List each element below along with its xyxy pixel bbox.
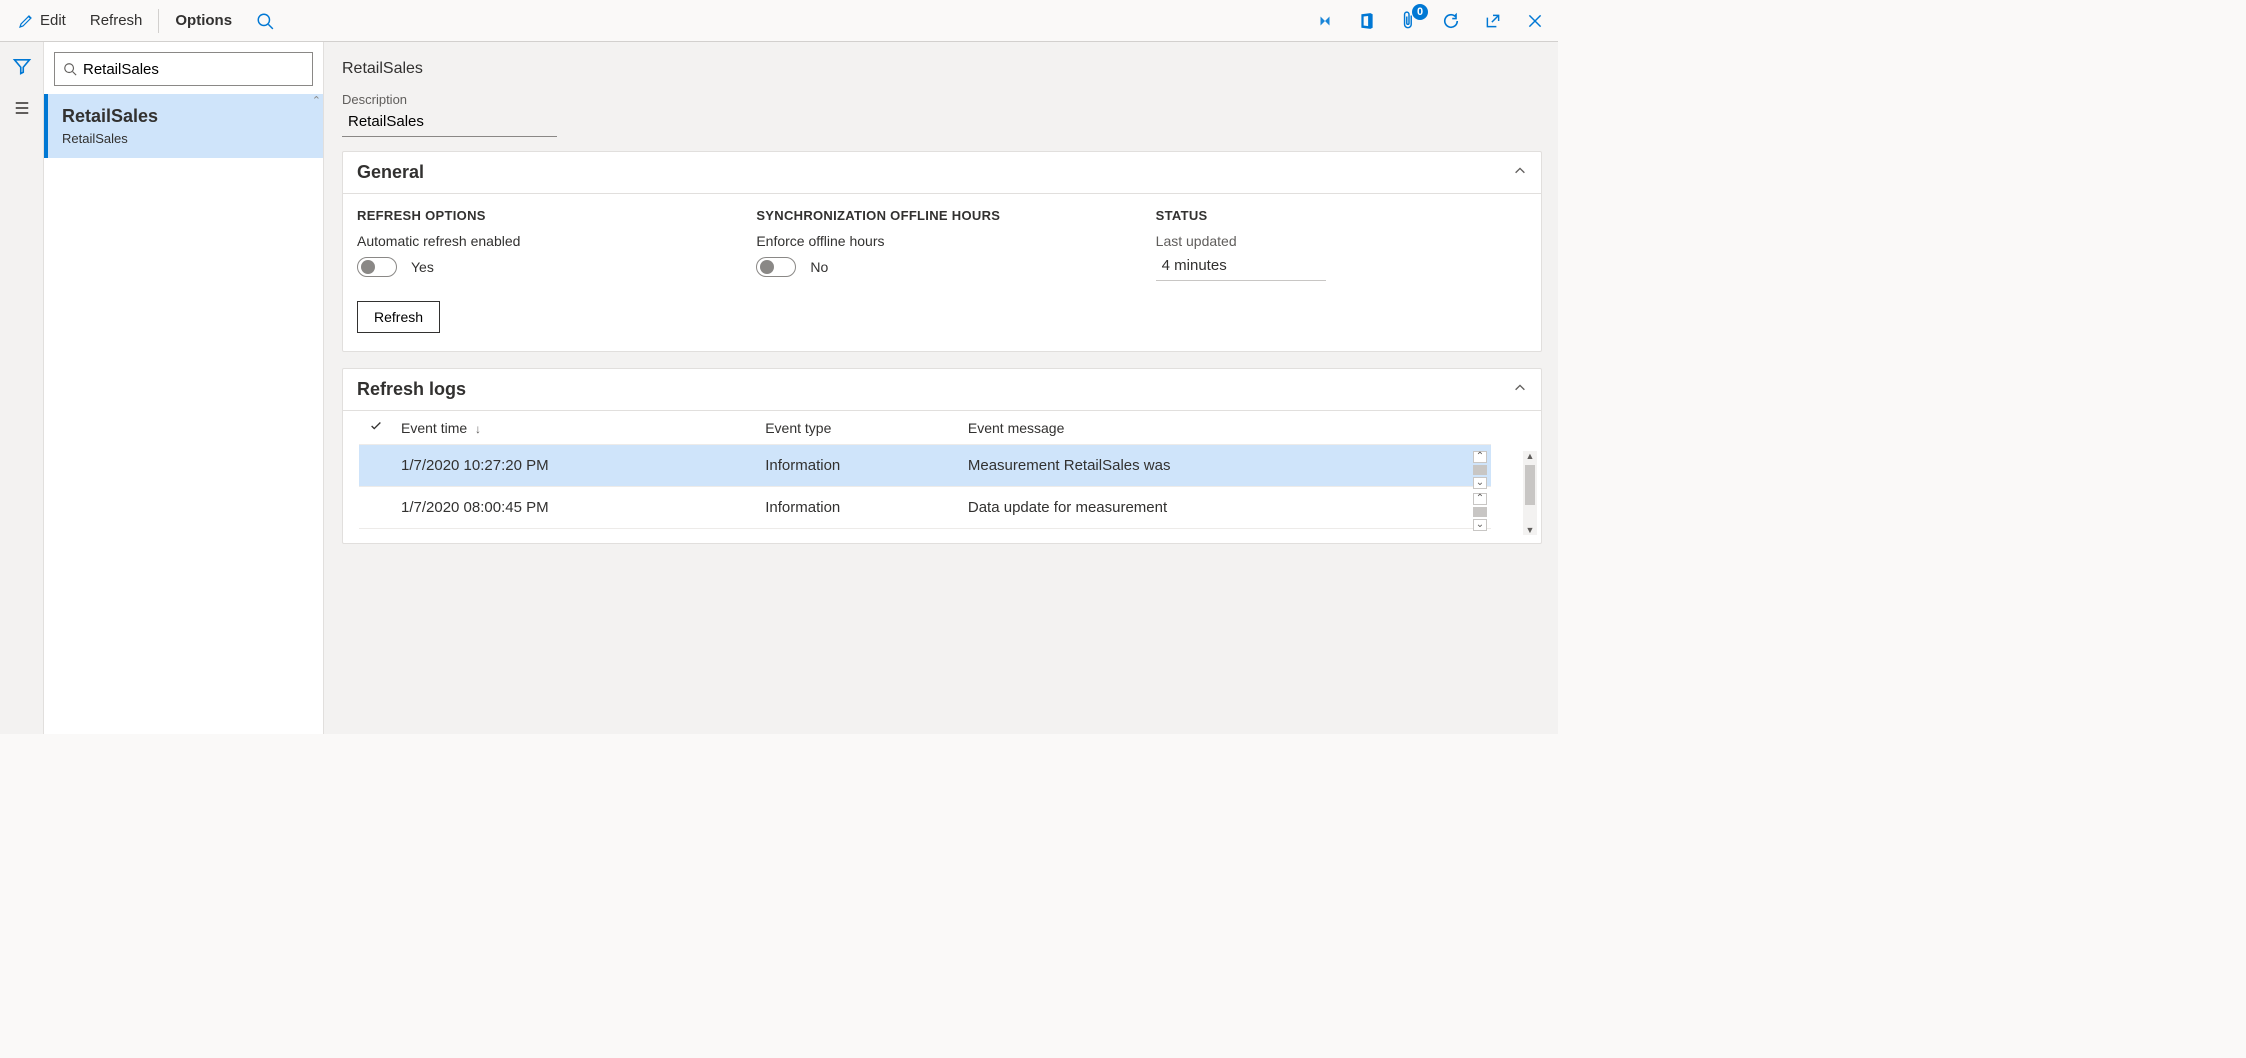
- search-box[interactable]: [54, 52, 313, 86]
- popout-icon[interactable]: [1482, 10, 1504, 32]
- refresh-button-toolbar[interactable]: Refresh: [78, 0, 155, 42]
- general-title: General: [357, 162, 424, 183]
- command-bar-right: 0: [1314, 10, 1552, 32]
- list-container: ⌃ RetailSales RetailSales: [44, 94, 323, 734]
- last-updated-label: Last updated: [1156, 233, 1527, 249]
- attachments-badge: 0: [1412, 4, 1428, 20]
- row-scroll-control[interactable]: ⌃ ⌄: [1473, 451, 1487, 489]
- related-icon[interactable]: [1314, 10, 1336, 32]
- spinner-track: [1473, 507, 1487, 517]
- main-area: ⌃ RetailSales RetailSales RetailSales De…: [0, 42, 1558, 734]
- spinner-up-icon[interactable]: ⌃: [1473, 493, 1487, 505]
- detail-header: RetailSales Description: [342, 60, 1542, 137]
- spinner-track: [1473, 465, 1487, 475]
- command-bar: Edit Refresh Options 0: [0, 0, 1558, 42]
- enforce-offline-toggle[interactable]: [756, 257, 796, 277]
- column-event-time[interactable]: Event time ↓: [393, 411, 757, 445]
- office-icon[interactable]: [1356, 10, 1378, 32]
- general-card-body: REFRESH OPTIONS Automatic refresh enable…: [343, 194, 1541, 351]
- logs-scrollbar[interactable]: ▲ ▼: [1523, 451, 1537, 535]
- enforce-offline-label: Enforce offline hours: [756, 233, 1127, 249]
- cell-event-message: Measurement RetailSales was ⌃ ⌄: [960, 445, 1491, 487]
- list-item[interactable]: RetailSales RetailSales: [44, 94, 323, 158]
- refresh-logs-body: Event time ↓ Event type Event message 1/…: [343, 411, 1541, 543]
- cell-event-type: Information: [757, 487, 960, 529]
- scroll-thumb[interactable]: [1525, 465, 1535, 505]
- refresh-logs-header[interactable]: Refresh logs: [343, 369, 1541, 411]
- left-rail: [0, 42, 44, 734]
- list-panel: ⌃ RetailSales RetailSales: [44, 42, 324, 734]
- toolbar-divider: [158, 9, 159, 33]
- detail-panel: RetailSales Description General REFRESH …: [324, 42, 1558, 734]
- refresh-label: Refresh: [90, 12, 143, 29]
- refresh-icon[interactable]: [1440, 10, 1462, 32]
- sort-desc-icon: ↓: [475, 422, 481, 436]
- cell-event-time: 1/7/2020 08:00:45 PM: [393, 487, 757, 529]
- general-card: General REFRESH OPTIONS Automatic refres…: [342, 151, 1542, 352]
- list-item-subtitle: RetailSales: [62, 131, 309, 146]
- table-row[interactable]: 1/7/2020 10:27:20 PM Information Measure…: [359, 445, 1491, 487]
- spinner-down-icon[interactable]: ⌄: [1473, 519, 1487, 531]
- status-section: STATUS Last updated 4 minutes: [1156, 208, 1527, 281]
- sync-offline-heading: SYNCHRONIZATION OFFLINE HOURS: [756, 208, 1127, 223]
- list-view-icon[interactable]: [10, 96, 34, 120]
- cell-event-message: Data update for measurement ⌃ ⌄: [960, 487, 1491, 529]
- table-row[interactable]: 1/7/2020 08:00:45 PM Information Data up…: [359, 487, 1491, 529]
- select-all-column[interactable]: [359, 411, 393, 445]
- cell-event-type: Information: [757, 445, 960, 487]
- pencil-icon: [18, 13, 34, 29]
- general-card-header[interactable]: General: [343, 152, 1541, 194]
- cell-event-time: 1/7/2020 10:27:20 PM: [393, 445, 757, 487]
- chevron-up-icon: [1513, 164, 1527, 181]
- refresh-options-section: REFRESH OPTIONS Automatic refresh enable…: [357, 208, 728, 277]
- sync-offline-section: SYNCHRONIZATION OFFLINE HOURS Enforce of…: [756, 208, 1127, 277]
- logs-table: Event time ↓ Event type Event message 1/…: [359, 411, 1491, 529]
- search-button-toolbar[interactable]: [244, 0, 286, 42]
- refresh-options-heading: REFRESH OPTIONS: [357, 208, 728, 223]
- filter-icon[interactable]: [10, 54, 34, 78]
- auto-refresh-label: Automatic refresh enabled: [357, 233, 728, 249]
- edit-button[interactable]: Edit: [6, 0, 78, 42]
- refresh-logs-title: Refresh logs: [357, 379, 466, 400]
- close-icon[interactable]: [1524, 10, 1546, 32]
- edit-label: Edit: [40, 12, 66, 29]
- page-title: RetailSales: [342, 60, 1542, 78]
- last-updated-value: 4 minutes: [1156, 257, 1326, 281]
- options-button[interactable]: Options: [163, 0, 244, 42]
- attachments-icon[interactable]: 0: [1398, 10, 1420, 32]
- auto-refresh-value: Yes: [411, 259, 434, 275]
- auto-refresh-toggle[interactable]: [357, 257, 397, 277]
- search-input[interactable]: [83, 61, 304, 78]
- list-item-title: RetailSales: [62, 106, 309, 127]
- search-icon: [63, 62, 77, 76]
- chevron-up-icon: [1513, 381, 1527, 398]
- refresh-logs-card: Refresh logs Event time ↓: [342, 368, 1542, 544]
- status-heading: STATUS: [1156, 208, 1527, 223]
- column-event-message[interactable]: Event message: [960, 411, 1491, 445]
- scroll-up-icon[interactable]: ▲: [1523, 451, 1537, 461]
- search-icon: [256, 12, 274, 30]
- row-scroll-control[interactable]: ⌃ ⌄: [1473, 493, 1487, 531]
- scroll-up-icon[interactable]: ⌃: [312, 94, 321, 107]
- description-label: Description: [342, 92, 1542, 107]
- command-bar-left: Edit Refresh Options: [6, 0, 286, 42]
- scroll-down-icon[interactable]: ▼: [1523, 525, 1537, 535]
- enforce-offline-value: No: [810, 259, 828, 275]
- refresh-button[interactable]: Refresh: [357, 301, 440, 333]
- options-label: Options: [175, 12, 232, 29]
- check-icon: [369, 419, 383, 433]
- spinner-up-icon[interactable]: ⌃: [1473, 451, 1487, 463]
- description-field[interactable]: [342, 113, 557, 137]
- column-event-type[interactable]: Event type: [757, 411, 960, 445]
